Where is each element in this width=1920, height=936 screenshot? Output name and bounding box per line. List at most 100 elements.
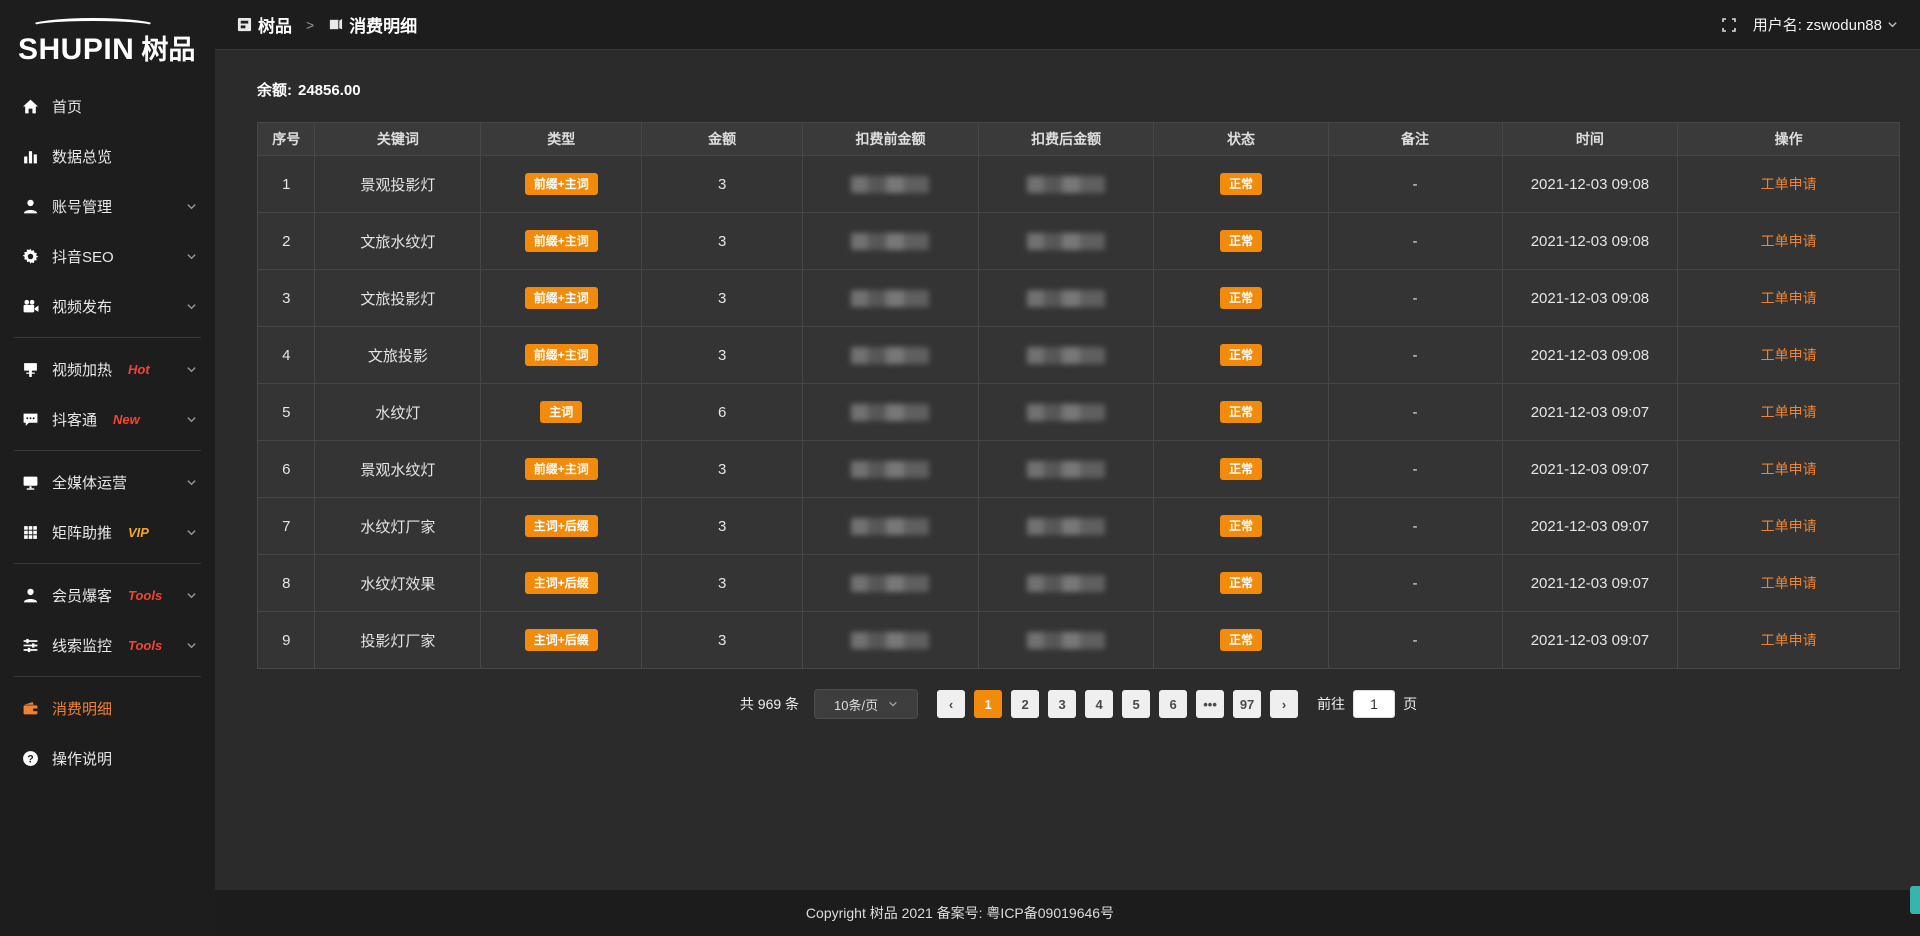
cell-keyword: 文旅水纹灯 — [315, 213, 481, 270]
work-order-link[interactable]: 工单申请 — [1761, 233, 1817, 249]
page-button[interactable]: 1 — [974, 690, 1002, 718]
work-order-link[interactable]: 工单申请 — [1761, 632, 1817, 648]
cell-status: 正常 — [1154, 612, 1328, 669]
cell-keyword: 水纹灯 — [315, 384, 481, 441]
cell-amount: 3 — [642, 270, 803, 327]
amount-text: 3 — [718, 461, 726, 478]
cell-type: 主词+后缀 — [481, 555, 642, 612]
masked-balance-after — [1027, 347, 1105, 364]
cell-balance-before — [803, 270, 979, 327]
cell-action: 工单申请 — [1678, 327, 1900, 384]
work-order-link[interactable]: 工单申请 — [1761, 347, 1817, 363]
column-header: 关键词 — [315, 123, 481, 156]
remark-text: - — [1413, 347, 1418, 364]
masked-balance-after — [1027, 290, 1105, 307]
user-menu[interactable]: 用户名: zswodun88 — [1753, 14, 1898, 35]
cell-type: 主词+后缀 — [481, 612, 642, 669]
cell-balance-after — [978, 555, 1154, 612]
work-order-link[interactable]: 工单申请 — [1761, 575, 1817, 591]
sidebar-item-label: 数据总览 — [52, 146, 112, 167]
cell-balance-before — [803, 555, 979, 612]
breadcrumb-separator: > — [306, 17, 314, 33]
promo-icon — [22, 361, 39, 378]
pagination: 共 969 条10条/页‹123456•••97›前往页 — [257, 689, 1900, 719]
cell-action: 工单申请 — [1678, 441, 1900, 498]
sidebar-item-media[interactable]: 全媒体运营 — [0, 457, 215, 507]
sidebar-item-heat[interactable]: 视频加热Hot — [0, 344, 215, 394]
masked-balance-before — [851, 290, 929, 307]
cell-status: 正常 — [1154, 327, 1328, 384]
cell-amount: 3 — [642, 498, 803, 555]
chevron-down-icon — [186, 201, 197, 212]
chat-widget-handle[interactable] — [1910, 886, 1920, 914]
masked-balance-before — [851, 575, 929, 592]
status-badge: 正常 — [1220, 344, 1262, 366]
page-button[interactable]: 5 — [1122, 690, 1150, 718]
keyword-text: 投影灯厂家 — [360, 633, 435, 650]
chevron-down-icon — [888, 699, 898, 709]
app-logo[interactable]: SHUPIN 树品 — [0, 14, 215, 81]
page-button[interactable]: 3 — [1048, 690, 1076, 718]
cell-index: 8 — [258, 555, 315, 612]
amount-text: 3 — [718, 290, 726, 307]
cell-remark: - — [1328, 156, 1502, 213]
table-row: 5水纹灯主词6正常-2021-12-03 09:07工单申请 — [258, 384, 1900, 441]
keyword-text: 水纹灯效果 — [360, 576, 435, 593]
sidebar-item-member[interactable]: 会员爆客Tools — [0, 570, 215, 620]
breadcrumb-item-home[interactable]: 树品 — [258, 12, 292, 37]
sidebar-divider — [14, 563, 201, 564]
goto-page-input[interactable] — [1353, 690, 1395, 718]
work-order-link[interactable]: 工单申请 — [1761, 518, 1817, 534]
sidebar-item-overview[interactable]: 数据总览 — [0, 131, 215, 181]
table-row: 4文旅投影前缀+主词3正常-2021-12-03 09:08工单申请 — [258, 327, 1900, 384]
cell-status: 正常 — [1154, 441, 1328, 498]
ellipsis-button[interactable]: ••• — [1196, 690, 1224, 718]
work-order-link[interactable]: 工单申请 — [1761, 404, 1817, 420]
masked-balance-after — [1027, 404, 1105, 421]
video-icon — [22, 298, 39, 315]
prev-page-button[interactable]: ‹ — [937, 690, 965, 718]
type-badge: 前缀+主词 — [525, 344, 598, 366]
pagination-total: 共 969 条 — [740, 694, 799, 714]
cell-amount: 3 — [642, 156, 803, 213]
sidebar-item-help[interactable]: ?操作说明 — [0, 733, 215, 783]
cell-index: 1 — [258, 156, 315, 213]
logo-text-cn: 树品 — [141, 28, 195, 67]
sidebar-item-publish[interactable]: 视频发布 — [0, 281, 215, 331]
table-row: 1景观投影灯前缀+主词3正常-2021-12-03 09:08工单申请 — [258, 156, 1900, 213]
page-button[interactable]: 6 — [1159, 690, 1187, 718]
page-button[interactable]: 2 — [1011, 690, 1039, 718]
cell-action: 工单申请 — [1678, 213, 1900, 270]
work-order-link[interactable]: 工单申请 — [1761, 461, 1817, 477]
cell-remark: - — [1328, 270, 1502, 327]
cell-amount: 3 — [642, 327, 803, 384]
sidebar-item-home[interactable]: 首页 — [0, 81, 215, 131]
sidebar-item-seo[interactable]: 抖音SEO — [0, 231, 215, 281]
page-button[interactable]: 4 — [1085, 690, 1113, 718]
column-header: 扣费前金额 — [803, 123, 979, 156]
cell-keyword: 景观投影灯 — [315, 156, 481, 213]
table-row: 6景观水纹灯前缀+主词3正常-2021-12-03 09:07工单申请 — [258, 441, 1900, 498]
work-order-link[interactable]: 工单申请 — [1761, 176, 1817, 192]
cell-time: 2021-12-03 09:08 — [1502, 156, 1678, 213]
sidebar-item-matrix[interactable]: 矩阵助推VIP — [0, 507, 215, 557]
sidebar-item-accounts[interactable]: 账号管理 — [0, 181, 215, 231]
page-size-select[interactable]: 10条/页 — [814, 689, 918, 719]
remark-text: - — [1413, 461, 1418, 478]
last-page-button[interactable]: 97 — [1233, 690, 1261, 718]
amount-text: 6 — [718, 404, 726, 421]
row-index: 8 — [282, 575, 290, 592]
sidebar-item-douketong[interactable]: 抖客通New — [0, 394, 215, 444]
cell-time: 2021-12-03 09:07 — [1502, 441, 1678, 498]
sidebar-item-expense[interactable]: 消费明细 — [0, 683, 215, 733]
sidebar-item-label: 消费明细 — [52, 698, 112, 719]
sidebar: SHUPIN 树品 首页数据总览账号管理抖音SEO视频发布视频加热Hot抖客通N… — [0, 0, 215, 936]
next-page-button[interactable]: › — [1270, 690, 1298, 718]
cell-balance-before — [803, 213, 979, 270]
monitor-icon — [22, 474, 39, 491]
fullscreen-icon[interactable] — [1721, 17, 1737, 33]
amount-text: 3 — [718, 176, 726, 193]
cell-remark: - — [1328, 441, 1502, 498]
sidebar-item-clues[interactable]: 线索监控Tools — [0, 620, 215, 670]
work-order-link[interactable]: 工单申请 — [1761, 290, 1817, 306]
